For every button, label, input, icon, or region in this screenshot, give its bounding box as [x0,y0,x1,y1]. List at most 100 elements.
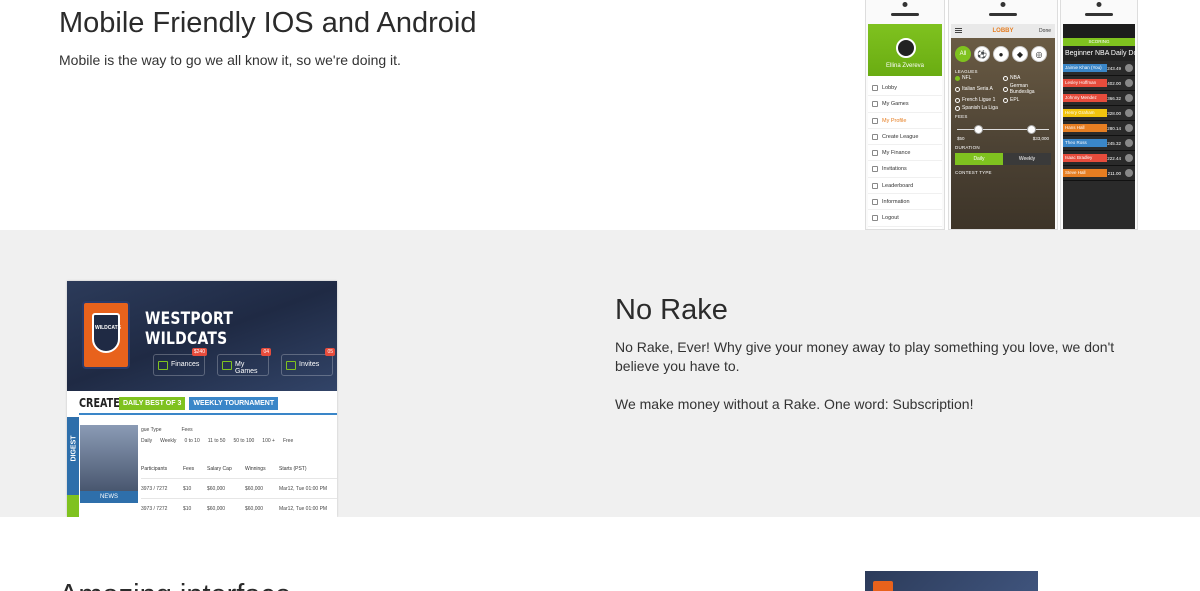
league-option: NBA [1003,75,1051,81]
fee-max: $33,000 [1032,136,1049,141]
column-header: Fees [183,465,195,472]
sport-all: All [955,46,971,62]
contest-type-label: CONTEST TYPE [955,170,992,175]
done-label: Done [1039,28,1051,34]
radio-icon [955,97,960,103]
table-header: Participants Fees Salary Cap Winnings Starts… [141,459,337,479]
league-label: NFL [962,75,972,81]
phone-speaker-icon [891,13,919,16]
menu-item-label: My Finance [882,150,911,157]
tile-label: My Games [235,361,258,375]
league-option: NFL [955,75,1003,81]
player-name: Hans Hall [1063,124,1107,132]
player-score: 366.32 [1107,95,1121,101]
table-cell: $60,000 [245,505,264,512]
avatar [896,38,916,58]
table-cell: $10 [183,505,192,512]
league-option: Spanish La Liga [955,105,1003,111]
menu-item-label: Leaderboard [882,182,914,189]
column-header: Winnings [245,465,266,472]
player-score: 222.44 [1107,155,1121,161]
menu-item-label: My Profile [882,117,907,124]
table-body: 3973 / 7272 $10 $60,000 $60,000 Mar12, Tue 0… [141,479,337,517]
fees-filter-label: Fees [181,427,193,433]
radio-icon [1003,86,1008,92]
app-menu: Lobby My Games My Profile Create League My F… [868,76,942,227]
league-option: Italian Seria A [955,83,1003,95]
sport-selector: All ⚽ ● ◆ ◎ [951,38,1055,66]
filter-option: 50 to 100 [233,438,255,444]
lobby-title: LOBBY [992,28,1014,34]
score-row: Isaac Bradley 222.44 [1063,151,1135,166]
league-label: NBA [1010,75,1021,81]
column-header: Starts (PST) [279,465,307,472]
player-score: 280.14 [1107,125,1121,131]
score-row: Lesley Hoffman 402.00 [1063,76,1135,91]
score-row: Hans Hall 280.14 [1063,121,1135,136]
menu-item-label: Invitations [882,166,907,173]
menu-item: Information [868,194,942,211]
table-cell: Mar12, Tue 01:00 PM [279,485,328,492]
menu-item-label: Lobby [882,85,897,91]
player-score: 245.32 [1107,140,1121,146]
menu-item-icon [872,101,878,108]
filter-option: 0 to 10 [184,438,200,444]
phone-mockup-scoring: SCORING Beginner NBA Daily Dollar Jaimie… [1060,0,1138,230]
phone-camera-icon [1096,2,1102,7]
menu-item-icon [872,215,878,222]
avatar [1125,154,1133,162]
tile-label: Invites [299,361,320,368]
interface-screenshot [865,571,1038,591]
team-banner: WILDCATS WESTPORT WILDCATS Finances $240… [67,281,337,391]
table-cell: Mar12, Tue 01:00 PM [279,505,328,512]
menu-item: My Profile [868,113,942,129]
team-logo: WILDCATS [82,301,130,369]
filter-option: 11 to 50 [207,438,226,444]
menu-item-icon [872,133,878,140]
scoring-topbar [1063,24,1135,38]
avatar [1125,169,1133,177]
create-label: CREATE [79,396,120,410]
filter-option: 100 + [262,438,275,444]
slider-max-knob [1026,125,1036,134]
tile-badge: $240 [191,348,207,356]
scoring-list: Jaimie Khan (You) 243.49 Lesley Hoffman 402… [1063,61,1135,181]
score-row: Henry Graham 328.00 [1063,106,1135,121]
no-rake-paragraph-2: We make money without a Rake. One word: … [615,396,974,412]
phone-screen: Ellina Zvereva Lobby My Games My Profile Cr… [868,24,942,229]
game-type-label: gue Type [141,427,162,433]
interface-title: Amazing interface [59,579,291,591]
no-rake-paragraph-1: No Rake, Ever! Why give your money away … [615,339,1115,374]
finances-tile: Finances $240 [153,348,207,376]
phone-mockup-menu: Ellina Zvereva Lobby My Games My Profile Cr… [865,0,945,230]
radio-icon [1003,75,1008,81]
menu-item-label: Create League [882,133,919,140]
invite-icon [286,361,296,370]
leagues-label: LEAGUES [955,69,978,74]
football-icon: ◆ [1012,46,1028,62]
table-cell: 3973 / 7272 [141,505,168,512]
interface-section: Amazing interface [0,517,1200,591]
fees-label: FEES [955,114,968,119]
contest-table: Participants Fees Salary Cap Winnings Starts… [141,459,337,517]
news-photo: NEWS [80,425,138,503]
menu-item: My Games [868,96,942,113]
score-row: Steve Hall 211.00 [1063,166,1135,181]
menu-item-icon [872,117,878,124]
no-rake-title: No Rake [615,294,728,326]
avatar [1125,79,1133,87]
player-score: 402.00 [1107,80,1121,86]
duration-daily: Daily [955,153,1003,165]
lobby-body: All ⚽ ● ◆ ◎ LEAGUES NFL NBA Italian Seria … [951,38,1055,229]
tile-badge: 05 [325,348,335,356]
mobile-description: Mobile is the way to go we all know it, … [59,52,401,68]
team-name: WESTPORT WILDCATS [145,309,234,349]
phone-screen: LOBBY Done All ⚽ ● ◆ ◎ LEAGUES NFL NBA Ita… [951,24,1055,229]
menu-item-label: Information [882,199,910,206]
soccer-ball-icon: ⚽ [974,46,990,62]
weekly-pill: WEEKLY TOURNAMENT [189,396,279,410]
tile-badge: 04 [261,348,271,356]
games-icon [222,361,232,370]
league-option: German Bundesliga [1003,83,1051,95]
score-row: Johnny Mendez 366.32 [1063,91,1135,106]
